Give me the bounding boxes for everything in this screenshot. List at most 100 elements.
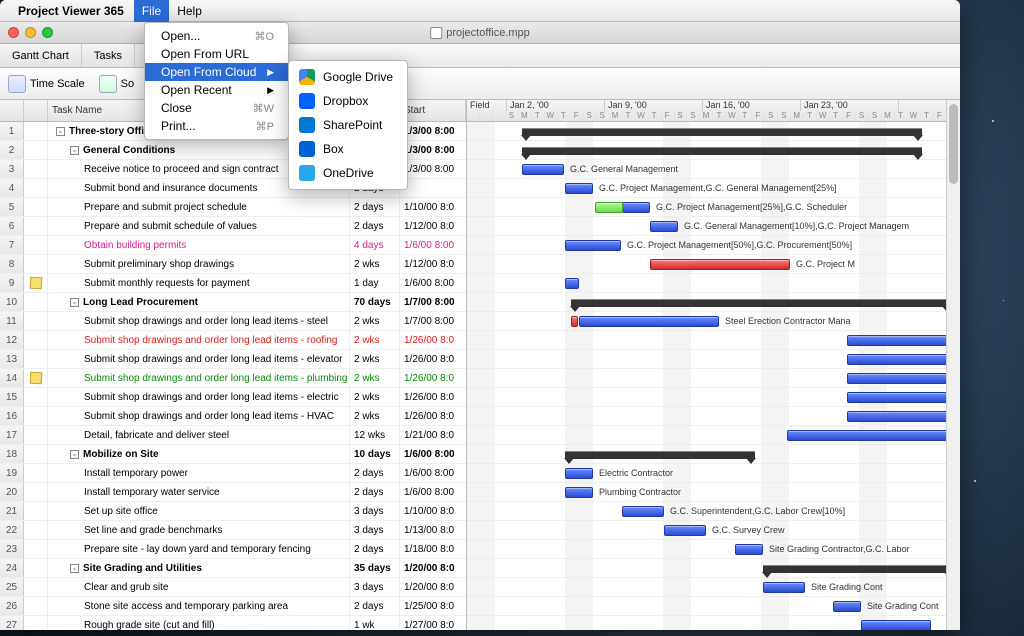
start-cell[interactable]: 1/27/00 8:0 [400,616,466,630]
task-bar[interactable] [650,259,790,270]
duration-cell[interactable]: 2 days [350,540,400,558]
task-row[interactable]: 15Submit shop drawings and order long le… [0,388,466,407]
sort-button[interactable]: So [99,75,134,93]
task-name-cell[interactable]: Stone site access and temporary parking … [48,597,350,615]
task-row[interactable]: 10-Long Lead Procurement70 days1/7/00 8:… [0,293,466,312]
task-row[interactable]: 24-Site Grading and Utilities35 days1/20… [0,559,466,578]
file-menu-item[interactable]: Print...⌘P [145,117,288,135]
duration-cell[interactable]: 2 days [350,198,400,216]
task-name-cell[interactable]: Install temporary power [48,464,350,482]
outline-toggle-icon[interactable]: - [70,146,79,155]
start-cell[interactable]: 1/25/00 8:0 [400,597,466,615]
start-cell[interactable]: 1/6/00 8:00 [400,236,466,254]
start-cell[interactable]: 1/18/00 8:0 [400,540,466,558]
task-row[interactable]: 26Stone site access and temporary parkin… [0,597,466,616]
task-name-cell[interactable]: Submit shop drawings and order long lead… [48,350,350,368]
task-row[interactable]: 16Submit shop drawings and order long le… [0,407,466,426]
start-cell[interactable]: 1/12/00 8:0 [400,217,466,235]
tab-gantt-chart[interactable]: Gantt Chart [0,44,82,67]
start-cell[interactable]: 1/3/00 8:00 [400,160,466,178]
task-row[interactable]: 8Submit preliminary shop drawings2 wks1/… [0,255,466,274]
task-name-cell[interactable]: -Mobilize on Site [48,445,350,463]
start-cell[interactable]: 1/6/00 8:00 [400,464,466,482]
duration-cell[interactable]: 12 wks [350,426,400,444]
task-bar[interactable] [847,354,947,365]
task-bar[interactable] [622,202,650,213]
col-start[interactable]: Start [400,100,466,121]
task-row[interactable]: 21Set up site office3 days1/10/00 8:0 [0,502,466,521]
start-cell[interactable]: 1/21/00 8:0 [400,426,466,444]
summary-bar[interactable] [571,299,951,307]
duration-cell[interactable]: 1 wk [350,616,400,630]
task-name-cell[interactable]: Submit preliminary shop drawings [48,255,350,273]
zoom-window-button[interactable] [42,27,53,38]
vertical-scrollbar[interactable] [946,100,960,630]
task-name-cell[interactable]: Set line and grade benchmarks [48,521,350,539]
file-menu-item[interactable]: Open From Cloud▶ [145,63,288,81]
task-bar[interactable] [861,620,931,630]
task-name-cell[interactable]: Detail, fabricate and deliver steel [48,426,350,444]
task-row[interactable]: 20Install temporary water service2 days1… [0,483,466,502]
task-bar[interactable] [565,183,593,194]
task-row[interactable]: 22Set line and grade benchmarks3 days1/1… [0,521,466,540]
task-name-cell[interactable]: Obtain building permits [48,236,350,254]
task-bar[interactable] [565,278,579,289]
file-menu-item[interactable]: Open...⌘O [145,27,288,45]
duration-cell[interactable]: 2 days [350,217,400,235]
task-name-cell[interactable]: Prepare site - lay down yard and tempora… [48,540,350,558]
cloud-menu-item[interactable]: Box [289,137,407,161]
task-bar[interactable] [847,373,947,384]
task-name-cell[interactable]: Set up site office [48,502,350,520]
cloud-menu-item[interactable]: Google Drive [289,65,407,89]
duration-cell[interactable]: 2 wks [350,407,400,425]
menu-help[interactable]: Help [169,0,210,22]
task-row[interactable]: 27Rough grade site (cut and fill)1 wk1/2… [0,616,466,630]
start-cell[interactable]: 1/26/00 8:0 [400,407,466,425]
summary-bar[interactable] [522,147,922,155]
task-bar[interactable] [565,240,621,251]
task-row[interactable]: 14Submit shop drawings and order long le… [0,369,466,388]
start-cell[interactable]: 1/20/00 8:0 [400,578,466,596]
task-bar[interactable] [664,525,706,536]
duration-cell[interactable]: 3 days [350,578,400,596]
start-cell[interactable]: 1/26/00 8:0 [400,350,466,368]
task-bar[interactable] [847,411,947,422]
cloud-menu-item[interactable]: SharePoint [289,113,407,137]
start-cell[interactable]: 1/26/00 8:0 [400,369,466,387]
duration-cell[interactable]: 2 wks [350,312,400,330]
task-bar[interactable] [571,316,578,327]
duration-cell[interactable]: 2 days [350,464,400,482]
task-bar[interactable] [787,430,957,441]
cloud-menu-item[interactable]: OneDrive [289,161,407,185]
start-cell[interactable]: 1/26/00 8:0 [400,388,466,406]
duration-cell[interactable]: 3 days [350,521,400,539]
task-row[interactable]: 12Submit shop drawings and order long le… [0,331,466,350]
task-name-cell[interactable]: Install temporary water service [48,483,350,501]
start-cell[interactable]: 1/13/00 8:0 [400,521,466,539]
start-cell[interactable]: 1/7/00 8:00 [400,293,466,311]
task-bar[interactable] [579,316,719,327]
duration-cell[interactable]: 4 days [350,236,400,254]
task-name-cell[interactable]: Submit shop drawings and order long lead… [48,331,350,349]
task-row[interactable]: 11Submit shop drawings and order long le… [0,312,466,331]
start-cell[interactable] [400,179,466,197]
task-bar[interactable] [595,202,623,213]
summary-bar[interactable] [565,451,755,459]
cloud-menu-item[interactable]: Dropbox [289,89,407,113]
task-name-cell[interactable]: Submit monthly requests for payment [48,274,350,292]
duration-cell[interactable]: 2 days [350,483,400,501]
task-row[interactable]: 25Clear and grub site3 days1/20/00 8:0 [0,578,466,597]
task-bar[interactable] [565,487,593,498]
duration-cell[interactable]: 2 wks [350,388,400,406]
start-cell[interactable]: 1/26/00 8:0 [400,331,466,349]
start-cell[interactable]: 1/3/00 8:00 [400,141,466,159]
task-row[interactable]: 5Prepare and submit project schedule2 da… [0,198,466,217]
duration-cell[interactable]: 2 wks [350,369,400,387]
start-cell[interactable]: 1/10/00 8:0 [400,198,466,216]
file-menu-item[interactable]: Close⌘W [145,99,288,117]
task-name-cell[interactable]: Prepare and submit project schedule [48,198,350,216]
timescale-button[interactable]: Time Scale [8,75,85,93]
start-cell[interactable]: 1/6/00 8:00 [400,274,466,292]
duration-cell[interactable]: 3 days [350,502,400,520]
task-bar[interactable] [522,164,564,175]
